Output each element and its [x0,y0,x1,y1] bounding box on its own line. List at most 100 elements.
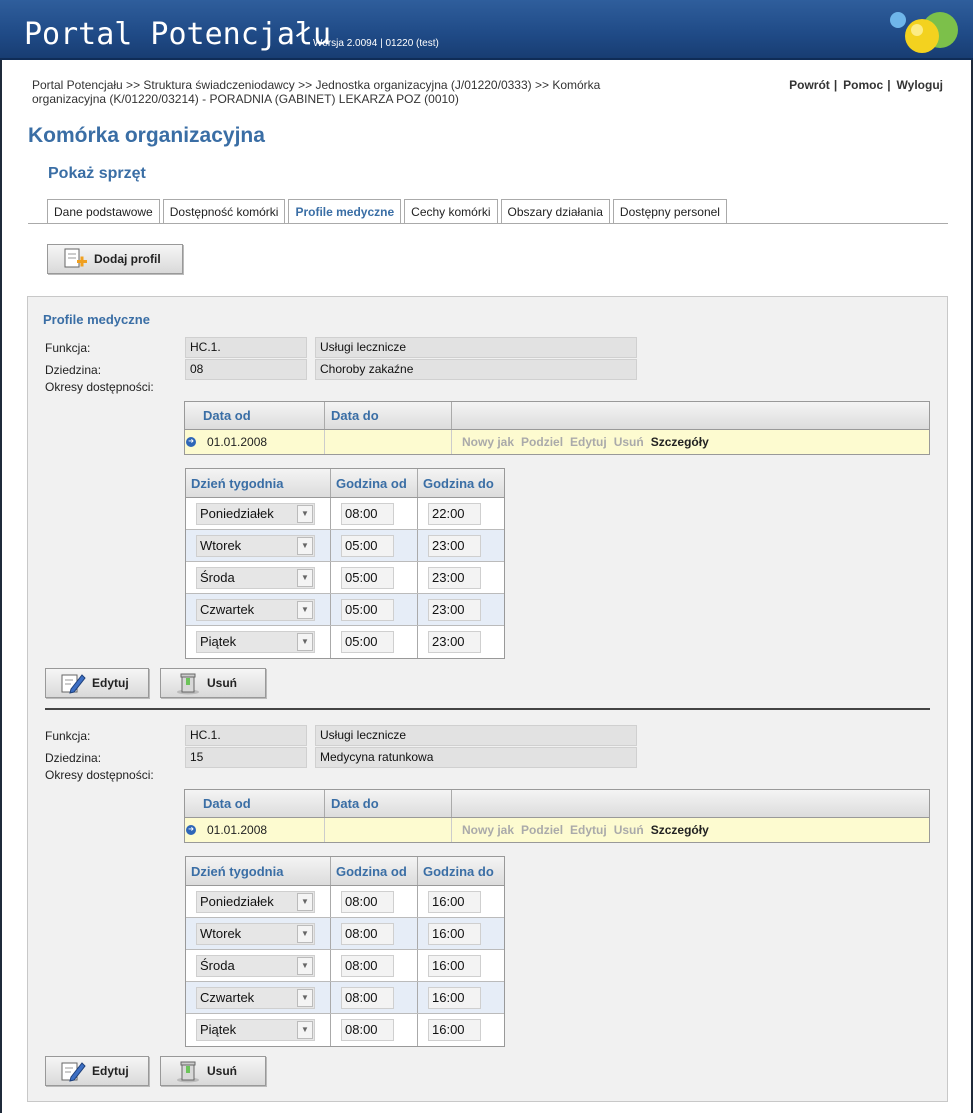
panel-title: Profile medyczne [43,312,150,327]
hour-from-input[interactable]: 05:00 [341,535,394,557]
add-document-icon [64,248,87,268]
back-link[interactable]: Powrót [789,78,830,92]
hour-to-input[interactable]: 23:00 [428,599,481,621]
window-border-left [0,0,2,1113]
days-header: Dzień tygodnia Godzina od Godzina do [186,469,504,498]
delete-profile-button[interactable]: Usuń [160,668,266,698]
periods-table: Data od Data do ➜ 01.01.2008 Nowy jak Pod… [184,789,930,843]
chevron-down-icon: ▼ [297,505,313,523]
hour-from-input[interactable]: 08:00 [341,503,394,525]
periods-label: Okresy dostępności: [45,768,154,782]
help-link[interactable]: Pomoc [843,78,883,92]
hour-to-input[interactable]: 16:00 [428,987,481,1009]
delete-profile-button[interactable]: Usuń [160,1056,266,1086]
period-row[interactable]: ➜ 01.01.2008 Nowy jak Podziel Edytuj Usuń Sz… [185,430,929,454]
add-profile-button[interactable]: Dodaj profil [47,244,183,274]
hour-from-input[interactable]: 05:00 [341,599,394,621]
day-select[interactable]: Wtorek ▼ [196,923,315,945]
hour-to-input[interactable]: 16:00 [428,955,481,977]
periods-table: Data od Data do ➜ 01.01.2008 Nowy jak Pod… [184,401,930,455]
period-date-to [325,430,452,454]
day-select[interactable]: Piątek ▼ [196,631,315,653]
hour-from-input[interactable]: 08:00 [341,1019,394,1041]
hour-from-input[interactable]: 08:00 [341,891,394,913]
hour-to-input[interactable]: 22:00 [428,503,481,525]
day-row: Czwartek ▼ 05:00 23:00 [186,594,504,626]
days-header: Dzień tygodnia Godzina od Godzina do [186,857,504,886]
details-action[interactable]: Szczegóły [651,435,709,449]
hour-from-input[interactable]: 08:00 [341,987,394,1009]
function-label: Funkcja: [45,729,91,743]
hour-to-input[interactable]: 16:00 [428,1019,481,1041]
hour-from-input[interactable]: 08:00 [341,955,394,977]
split-action[interactable]: Podziel [521,435,563,449]
new-like-action[interactable]: Nowy jak [462,435,514,449]
hour-to-input[interactable]: 23:00 [428,567,481,589]
split-action[interactable]: Podziel [521,823,563,837]
day-row: Wtorek ▼ 08:00 16:00 [186,918,504,950]
hour-from-input[interactable]: 05:00 [341,631,394,653]
period-date-from: 01.01.2008 [197,430,325,454]
periods-header: Data od Data do [185,402,929,430]
hour-to-input[interactable]: 23:00 [428,535,481,557]
hour-to-input[interactable]: 16:00 [428,891,481,913]
hour-from-input[interactable]: 08:00 [341,923,394,945]
trash-icon [177,1061,199,1083]
hour-to-input[interactable]: 16:00 [428,923,481,945]
chevron-down-icon: ▼ [297,537,313,555]
period-date-from: 01.01.2008 [197,818,325,842]
chevron-down-icon: ▼ [297,569,313,587]
chevron-down-icon: ▼ [297,989,313,1007]
logout-link[interactable]: Wyloguj [897,78,943,92]
edit-action[interactable]: Edytuj [570,823,607,837]
app-title: Portal Potencjału [24,17,332,52]
hour-to-input[interactable]: 23:00 [428,631,481,653]
delete-action[interactable]: Usuń [614,435,644,449]
tab-dane-podstawowe[interactable]: Dane podstawowe [47,199,160,223]
tab-dostepny-personel[interactable]: Dostępny personel [612,199,727,223]
tab-profile-medyczne[interactable]: Profile medyczne [288,199,402,224]
edit-label: Edytuj [92,676,129,690]
edit-profile-button[interactable]: Edytuj [45,1056,149,1086]
edit-label: Edytuj [92,1064,129,1078]
field-name: Choroby zakaźne [315,359,637,380]
day-select[interactable]: Poniedziałek ▼ [196,503,315,525]
header-date-from: Data od [197,790,325,817]
tab-cechy-komorki[interactable]: Cechy komórki [404,199,498,223]
new-like-action[interactable]: Nowy jak [462,823,514,837]
header-date-to: Data do [325,402,452,429]
row-pointer-icon: ➜ [186,825,196,835]
separator: | [887,78,891,92]
edit-profile-button[interactable]: Edytuj [45,668,149,698]
periods-label: Okresy dostępności: [45,380,154,394]
chevron-down-icon: ▼ [297,957,313,975]
tab-obszary-dzialania[interactable]: Obszary działania [500,199,610,223]
chevron-down-icon: ▼ [297,925,313,943]
header-hour-to: Godzina do [423,864,494,879]
day-row: Czwartek ▼ 08:00 16:00 [186,982,504,1014]
day-select[interactable]: Czwartek ▼ [196,987,315,1009]
page-title: Komórka organizacyjna [28,124,265,147]
day-select[interactable]: Czwartek ▼ [196,599,315,621]
day-select[interactable]: Środa ▼ [196,567,315,589]
period-date-to [325,818,452,842]
tab-dostepnosc-komorki[interactable]: Dostępność komórki [162,199,286,223]
details-action[interactable]: Szczegóły [651,823,709,837]
breadcrumb: Portal Potencjału >> Struktura świadczen… [32,78,601,106]
period-row[interactable]: ➜ 01.01.2008 Nowy jak Podziel Edytuj Usuń Sz… [185,818,929,842]
day-select[interactable]: Wtorek ▼ [196,535,315,557]
day-select[interactable]: Środa ▼ [196,955,315,977]
edit-action[interactable]: Edytuj [570,435,607,449]
hour-from-input[interactable]: 05:00 [341,567,394,589]
day-select[interactable]: Piątek ▼ [196,1019,315,1041]
day-row: Poniedziałek ▼ 08:00 16:00 [186,886,504,918]
row-pointer-icon: ➜ [186,437,196,447]
logo-icon [890,12,958,53]
header-day: Dzień tygodnia [186,857,331,885]
edit-icon [61,674,86,694]
days-table: Dzień tygodnia Godzina od Godzina do Pon… [185,856,505,1047]
separator: | [833,78,838,92]
period-actions: Nowy jak Podziel Edytuj Usuń Szczegóły [452,430,716,454]
day-select[interactable]: Poniedziałek ▼ [196,891,315,913]
delete-action[interactable]: Usuń [614,823,644,837]
